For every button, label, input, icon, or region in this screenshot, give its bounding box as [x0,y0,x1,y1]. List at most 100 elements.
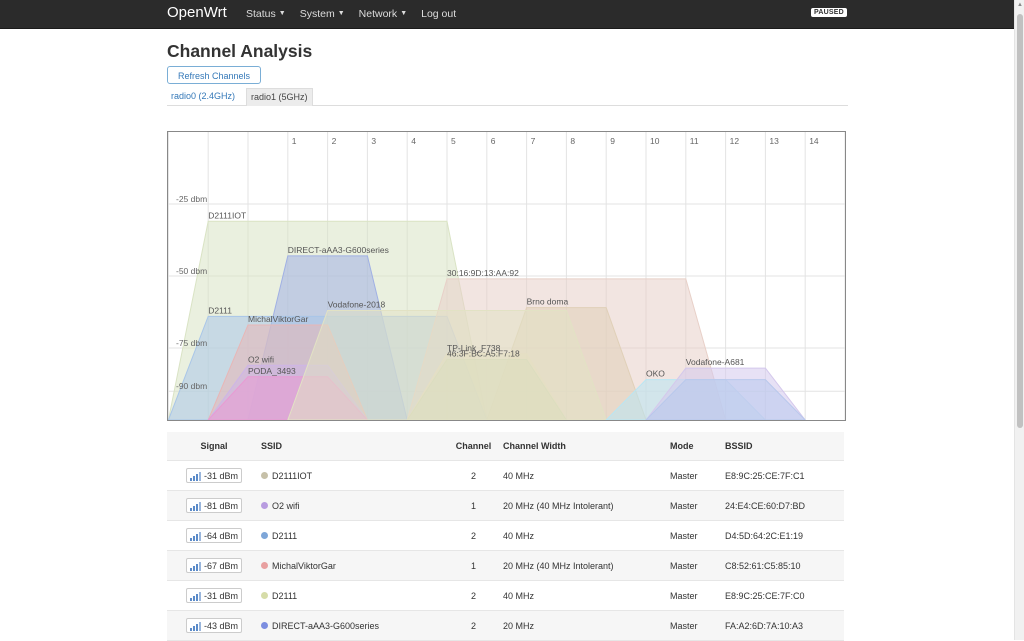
channel-cell: 1 [444,550,503,581]
x-tick-label: 3 [371,136,376,146]
channel-cell: 2 [444,610,503,641]
channel-width-cell: 20 MHz (40 MHz Intolerant) [503,550,670,581]
main-menu: Status ▼ System ▼ Network ▼ Log out [246,0,470,28]
signal-badge: -67 dBm [185,558,242,573]
channel-width-cell: 40 MHz [503,580,670,611]
mode-cell: Master [670,550,725,581]
bssid-cell: FA:A2:6D:7A:10:A3 [725,610,844,641]
tab-radio0[interactable]: radio0 (2.4GHz) [167,88,240,105]
x-tick-label: 5 [451,136,456,146]
ssid-cell: MichalViktorGar [261,550,444,581]
menu-network[interactable]: Network ▼ [359,0,407,28]
series-label: D2111 [208,305,232,315]
ssid-value: DIRECT-aAA3-G600series [272,620,380,631]
table-row: -31 dBm D2111IOT 2 40 MHz Master E8:9C:25:CE:… [167,460,844,491]
series-label: Vodafone-A681 [686,357,745,367]
scrollbar-thumb[interactable] [1017,14,1023,428]
header-ssid: SSID [261,432,444,461]
menu-logout[interactable]: Log out [421,0,456,28]
signal-value: -67 dBm [203,560,238,571]
bssid-cell: D4:5D:64:2C:E1:19 [725,520,844,551]
channel-cell: 2 [444,580,503,611]
x-tick-label: 13 [769,136,779,146]
ssid-color-dot [261,472,268,479]
signal-badge: -64 dBm [185,528,242,543]
y-tick-label: -75 dbm [176,338,207,348]
y-tick-label: -90 dbm [176,381,207,391]
ssid-value: D2111 [272,590,298,601]
scan-results-table: Signal SSID Channel Channel Width Mode B… [167,432,844,641]
series-label: DIRECT-aAA3-G600series [288,245,389,255]
top-navbar: OpenWrt Status ▼ System ▼ Network ▼ Log out… [0,0,1014,29]
ssid-color-dot [261,502,268,509]
page-scrollbar[interactable]: ▲ [1014,0,1024,640]
ssid-color-dot [261,592,268,599]
series-label: 30:16:9D:13:AA:92 [447,268,519,278]
table-header-row: Signal SSID Channel Channel Width Mode B… [167,432,844,461]
mode-cell: Master [670,490,725,521]
mode-cell: Master [670,610,725,641]
channel-chart: 1 2 3 4 5 6 7 8 9 10 11 12 13 14 -25 dbm -50 dbm -75 dbm… [167,131,846,421]
mode-cell: Master [670,520,725,551]
signal-value: -64 dBm [203,530,238,541]
x-tick-label: 9 [610,136,615,146]
series-label: Brno doma [527,297,569,307]
ssid-value: D2111IOT [272,470,313,481]
signal-value: -31 dBm [203,470,238,481]
signal-strength-icon [189,561,201,571]
x-tick-label: 14 [809,136,819,146]
channel-cell: 1 [444,490,503,521]
table-row: -67 dBm MichalViktorGar 1 20 MHz (40 MHz In… [167,550,844,581]
signal-strength-icon [189,501,201,511]
signal-cell: -31 dBm [167,460,261,491]
ssid-cell: DIRECT-aAA3-G600series [261,610,444,641]
header-mode: Mode [670,432,725,461]
ssid-value: D2111 [272,530,298,541]
scroll-up-icon[interactable]: ▲ [1017,2,1023,8]
radio-tabs: radio0 (2.4GHz) radio1 (5GHz) [167,88,848,106]
series-label: Vodafone-2018 [328,300,386,310]
brand-logo[interactable]: OpenWrt [167,4,227,21]
series-label: D2111IOT [208,210,246,220]
menu-status[interactable]: Status ▼ [246,0,286,28]
signal-badge: -43 dBm [185,618,242,633]
bssid-cell: 24:E4:CE:60:D7:BD [725,490,844,521]
channel-width-cell: 20 MHz [503,610,670,641]
table-row: -31 dBm D2111 2 40 MHz Master E8:9C:25:CE:7F:… [167,580,844,611]
menu-system[interactable]: System ▼ [300,0,345,28]
channel-width-cell: 20 MHz (40 MHz Intolerant) [503,490,670,521]
ssid-color-dot [261,562,268,569]
channel-cell: 2 [444,520,503,551]
signal-badge: -31 dBm [185,468,242,483]
header-channel: Channel [444,432,503,461]
table-row: -43 dBm DIRECT-aAA3-G600series 2 20 MHz Mast… [167,610,844,641]
x-tick-label: 12 [730,136,740,146]
y-tick-label: -25 dbm [176,194,207,204]
signal-cell: -64 dBm [167,520,261,551]
ssid-color-dot [261,622,268,629]
bssid-cell: E8:9C:25:CE:7F:C1 [725,460,844,491]
table-row: -81 dBm O2 wifi 1 20 MHz (40 MHz Intolerant… [167,490,844,521]
bssid-cell: E8:9C:25:CE:7F:C0 [725,580,844,611]
ssid-cell: D2111 [261,520,444,551]
channel-chart-svg: 1 2 3 4 5 6 7 8 9 10 11 12 13 14-25 dbm-50 dbm-75 dbm… [168,132,845,420]
chevron-down-icon: ▼ [400,10,408,18]
ssid-cell: D2111IOT [261,460,444,491]
signal-value: -81 dBm [203,500,238,511]
refresh-channels-button[interactable]: Refresh Channels [167,66,262,84]
mode-cell: Master [670,460,725,491]
x-tick-label: 7 [531,136,536,146]
tab-radio1[interactable]: radio1 (5GHz) [246,88,313,106]
signal-strength-icon [189,591,201,601]
signal-strength-icon [189,471,201,481]
channel-width-cell: 40 MHz [503,460,670,491]
header-bssid: BSSID [725,432,844,461]
channel-width-cell: 40 MHz [503,520,670,551]
signal-cell: -67 dBm [167,550,261,581]
signal-cell: -81 dBm [167,490,261,521]
ssid-cell: O2 wifi [261,490,444,521]
ssid-value: O2 wifi [272,500,300,511]
paused-badge[interactable]: PAUSED [811,8,847,17]
chevron-down-icon: ▼ [337,10,345,18]
bssid-cell: C8:52:61:C5:85:10 [725,550,844,581]
